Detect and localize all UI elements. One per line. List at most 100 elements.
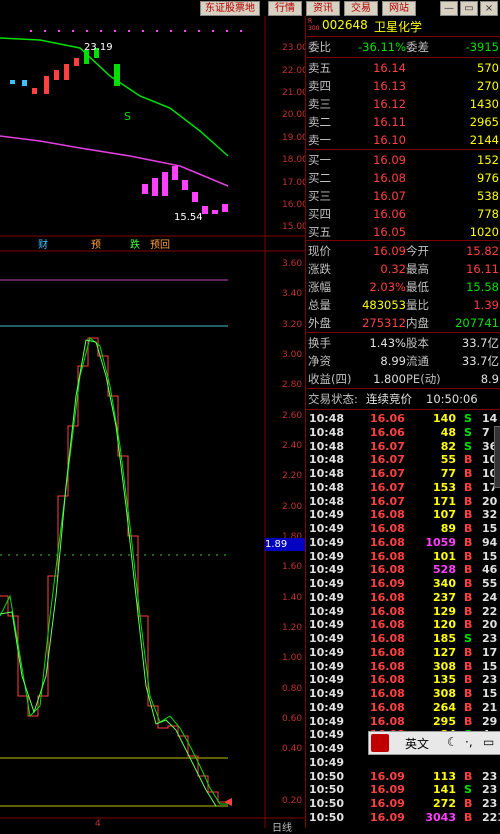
- kline-chart-area[interactable]: 23.00 22.00 21.00 20.00 19.00 18.00 17.0…: [0, 16, 308, 834]
- indicator-axis-label: 1.20: [282, 623, 303, 633]
- stat-row: 外盘 275312 内盘 207741: [308, 316, 499, 330]
- tick-row: 10:49: [309, 755, 345, 769]
- punctuation-icon[interactable]: ·,: [465, 735, 473, 749]
- indicator-axis-label: 1.60: [282, 562, 303, 572]
- trade-button[interactable]: 交易: [344, 1, 378, 16]
- tick-row: 10:49 16.08 308 B 15: [309, 687, 498, 700]
- indicator-axis-label: 2.80: [282, 380, 303, 390]
- tick-row: 10:49 16.08 127 B 17: [309, 645, 498, 659]
- bid-row[interactable]: 买五 16.05 1020: [306, 223, 500, 241]
- tick-row: 10:48 16.06 48 S 7: [309, 425, 490, 439]
- indicator-axis-label: 3.60: [282, 259, 303, 269]
- indicator-axis-label: 2.60: [282, 411, 303, 421]
- price-axis-label: 23.00: [282, 43, 308, 53]
- tick-row: 10:49 16.08 528 B 46: [309, 563, 498, 577]
- tick-row: 10:49 16.08 89 B 15: [309, 522, 498, 535]
- tick-row: 10:49 16.08 264 B 21: [309, 700, 498, 714]
- indicator-axis-label: 3.20: [282, 320, 303, 330]
- tick-row: 10:50 16.09 141 S 23: [309, 783, 498, 797]
- indicator-axis-label: 2.20: [282, 471, 303, 481]
- tick-row: 10:48 16.07 77 B 10: [309, 467, 498, 480]
- event-tag-finance[interactable]: 财: [38, 236, 48, 251]
- ime-mode-label[interactable]: 英文: [405, 735, 429, 752]
- event-tag-forecast-return[interactable]: 预回: [150, 236, 170, 251]
- tick-scrollbar[interactable]: [494, 426, 500, 488]
- bid-row[interactable]: 买四 16.06 778: [306, 205, 500, 223]
- tick-row: 10:49 16.08 107 B 32: [309, 508, 498, 522]
- bid-row[interactable]: 买三 16.07 538: [306, 187, 500, 205]
- price-axis-label: 17.00: [282, 178, 308, 188]
- minimize-icon[interactable]: —: [440, 1, 458, 16]
- indicator-axis-label: 1.40: [282, 593, 303, 603]
- tick-row: 10:50 16.09 272 B 23: [309, 797, 498, 810]
- ime-toolbar[interactable]: 英文 ☾ ·, ▭: [368, 731, 500, 755]
- board-badge: R 300: [308, 18, 320, 32]
- ask-row[interactable]: 卖二 16.11 2965: [306, 113, 500, 131]
- fundamental-row: 收益(四) 1.800 PE(动) 8.9: [308, 372, 499, 386]
- tick-row: 10:49 16.08 101 B 15: [309, 549, 498, 563]
- indicator-axis-label: 1.00: [282, 653, 303, 663]
- tick-row: 10:49 16.09 340 B 55: [309, 577, 498, 590]
- ime-logo-icon: [371, 734, 389, 752]
- ma-line-magenta: [0, 135, 229, 187]
- indicator-axis-label: 2.00: [282, 502, 303, 512]
- event-tag-forecast[interactable]: 预: [91, 236, 101, 251]
- event-tag-drop[interactable]: 跌: [130, 236, 140, 251]
- restore-icon[interactable]: ▭: [460, 1, 478, 16]
- tick-row: 10:49 16.08 129 B 22: [309, 604, 498, 618]
- high-price-label: 23.19: [84, 42, 113, 53]
- bid-row[interactable]: 买一 16.09 152: [306, 151, 500, 169]
- price-axis-label: 21.00: [282, 88, 308, 98]
- sell-signal-marker: S: [124, 110, 131, 123]
- price-axis-label: 20.00: [282, 110, 308, 120]
- order-ratio-row: 委比 -36.11% 委差 -3915: [308, 40, 499, 54]
- stat-row: 现价 16.09 今开 15.82: [308, 244, 499, 258]
- ask-row[interactable]: 卖四 16.13 270: [306, 77, 500, 95]
- ma-line-green: [0, 37, 229, 157]
- market-button[interactable]: 行情: [268, 1, 302, 16]
- tick-row: 10:50 16.09 113 B 23: [309, 769, 498, 783]
- broker-button[interactable]: 东证股票地: [200, 1, 260, 16]
- ask-row[interactable]: 卖五 16.14 570: [306, 59, 500, 77]
- tick-row: 10:49 16.08 1059 B 94: [309, 535, 498, 549]
- tick-row: 10:48 16.07 55 B 10: [309, 453, 498, 467]
- indicator-green-line: [0, 337, 228, 805]
- low-price-label: 15.54: [174, 212, 203, 223]
- indicator-axis-label: 3.40: [282, 289, 303, 299]
- price-axis-label: 22.00: [282, 66, 308, 76]
- fundamental-row: 换手 1.43% 股本 33.7亿: [308, 336, 499, 350]
- stock-code: 002648: [322, 18, 368, 32]
- stock-name: 卫星化学: [374, 20, 423, 34]
- tick-row: 10:49 16.08 308 B 15: [309, 659, 498, 673]
- tick-row: 10:48 16.07 171 B 20: [309, 494, 498, 508]
- ask-row[interactable]: 卖三 16.12 1430: [306, 95, 500, 113]
- indicator-axis-label: 0.60: [282, 714, 303, 724]
- keyboard-icon[interactable]: ▭: [483, 735, 494, 749]
- top-toolbar: 东证股票地 行情 资讯 交易 网站 — ▭ ×: [0, 0, 500, 16]
- tick-row: 10:5016.093043B221: [309, 810, 500, 824]
- website-button[interactable]: 网站: [382, 1, 416, 16]
- close-icon[interactable]: ×: [480, 1, 498, 16]
- tick-row: 10:48 16.07 153 B 17: [309, 480, 498, 494]
- bid-row[interactable]: 买二 16.08 976: [306, 169, 500, 187]
- candles: [10, 48, 228, 214]
- tick-row: 10:48 16.06 140 S 14: [309, 412, 498, 425]
- stat-row: 涨幅 2.03% 最低 15.58: [308, 280, 499, 294]
- price-axis-label: 18.00: [282, 155, 308, 165]
- current-value-badge: 1.89: [265, 538, 305, 551]
- ask-row[interactable]: 卖一 16.10 2144: [306, 131, 500, 149]
- tick-row: 10:49 16.08 135 B 23: [309, 673, 498, 687]
- chart-svg: [0, 16, 305, 828]
- news-button[interactable]: 资讯: [306, 1, 340, 16]
- trade-status-row: 交易状态: 连续竞价 10:50:06: [308, 392, 478, 406]
- price-axis-label: 15.00: [282, 222, 308, 232]
- indicator-axis-label: 3.00: [282, 350, 303, 360]
- stat-row: 总量 483053 量比 1.39: [308, 298, 499, 312]
- moon-icon[interactable]: ☾: [447, 735, 458, 749]
- price-axis-label: 19.00: [282, 133, 308, 143]
- tick-row: 10:49 16.08 237 B 24: [309, 590, 498, 604]
- indicator-axis-label: 0.40: [282, 744, 303, 754]
- period-label[interactable]: 日线: [272, 819, 292, 834]
- tick-row: 10:49 16.08 120 B 20: [309, 618, 498, 632]
- tick-row: 10:49 16.08 185 S 23: [309, 632, 498, 645]
